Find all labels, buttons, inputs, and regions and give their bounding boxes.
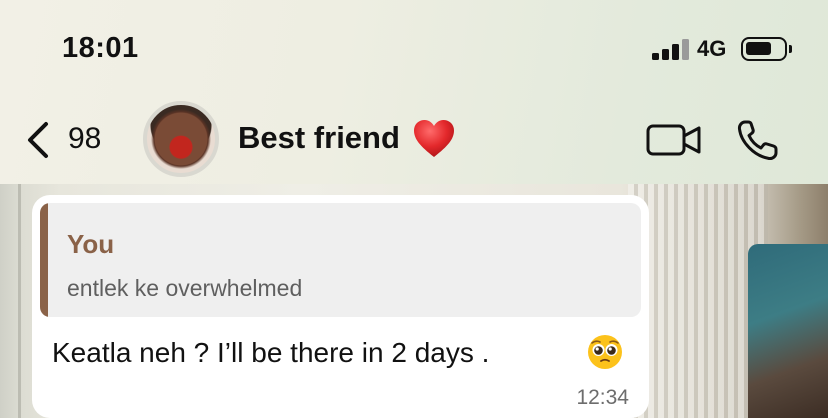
message-bubble[interactable]: You entlek ke overwhelmed Keatla neh ? I…	[32, 195, 649, 418]
chat-title[interactable]: Best friend	[238, 120, 400, 156]
quote-author: You	[67, 229, 115, 259]
pleading-face-icon	[588, 335, 622, 369]
signal-bars-icon	[652, 38, 690, 60]
quote-accent-bar	[40, 203, 48, 317]
back-chevron-icon[interactable]	[24, 120, 52, 160]
wallpaper-detail	[18, 184, 21, 418]
wallpaper-detail	[628, 184, 768, 418]
phone-call-icon[interactable]	[736, 118, 780, 162]
network-type: 4G	[697, 36, 727, 61]
battery-icon	[741, 37, 792, 61]
video-call-icon[interactable]	[646, 122, 702, 158]
quote-text: entlek ke overwhelmed	[67, 275, 303, 301]
status-time: 18:01	[62, 32, 139, 64]
message-timestamp: 12:34	[576, 386, 629, 409]
chat-header: 18:01 4G 98 Best friend	[0, 0, 828, 184]
quoted-message[interactable]: You entlek ke overwhelmed	[40, 203, 641, 317]
back-unread-count[interactable]: 98	[68, 122, 101, 156]
avatar[interactable]	[143, 101, 219, 177]
message-text: Keatla neh ? I’ll be there in 2 days .	[52, 337, 490, 368]
wallpaper-detail	[748, 244, 828, 418]
red-heart-icon	[414, 120, 454, 157]
